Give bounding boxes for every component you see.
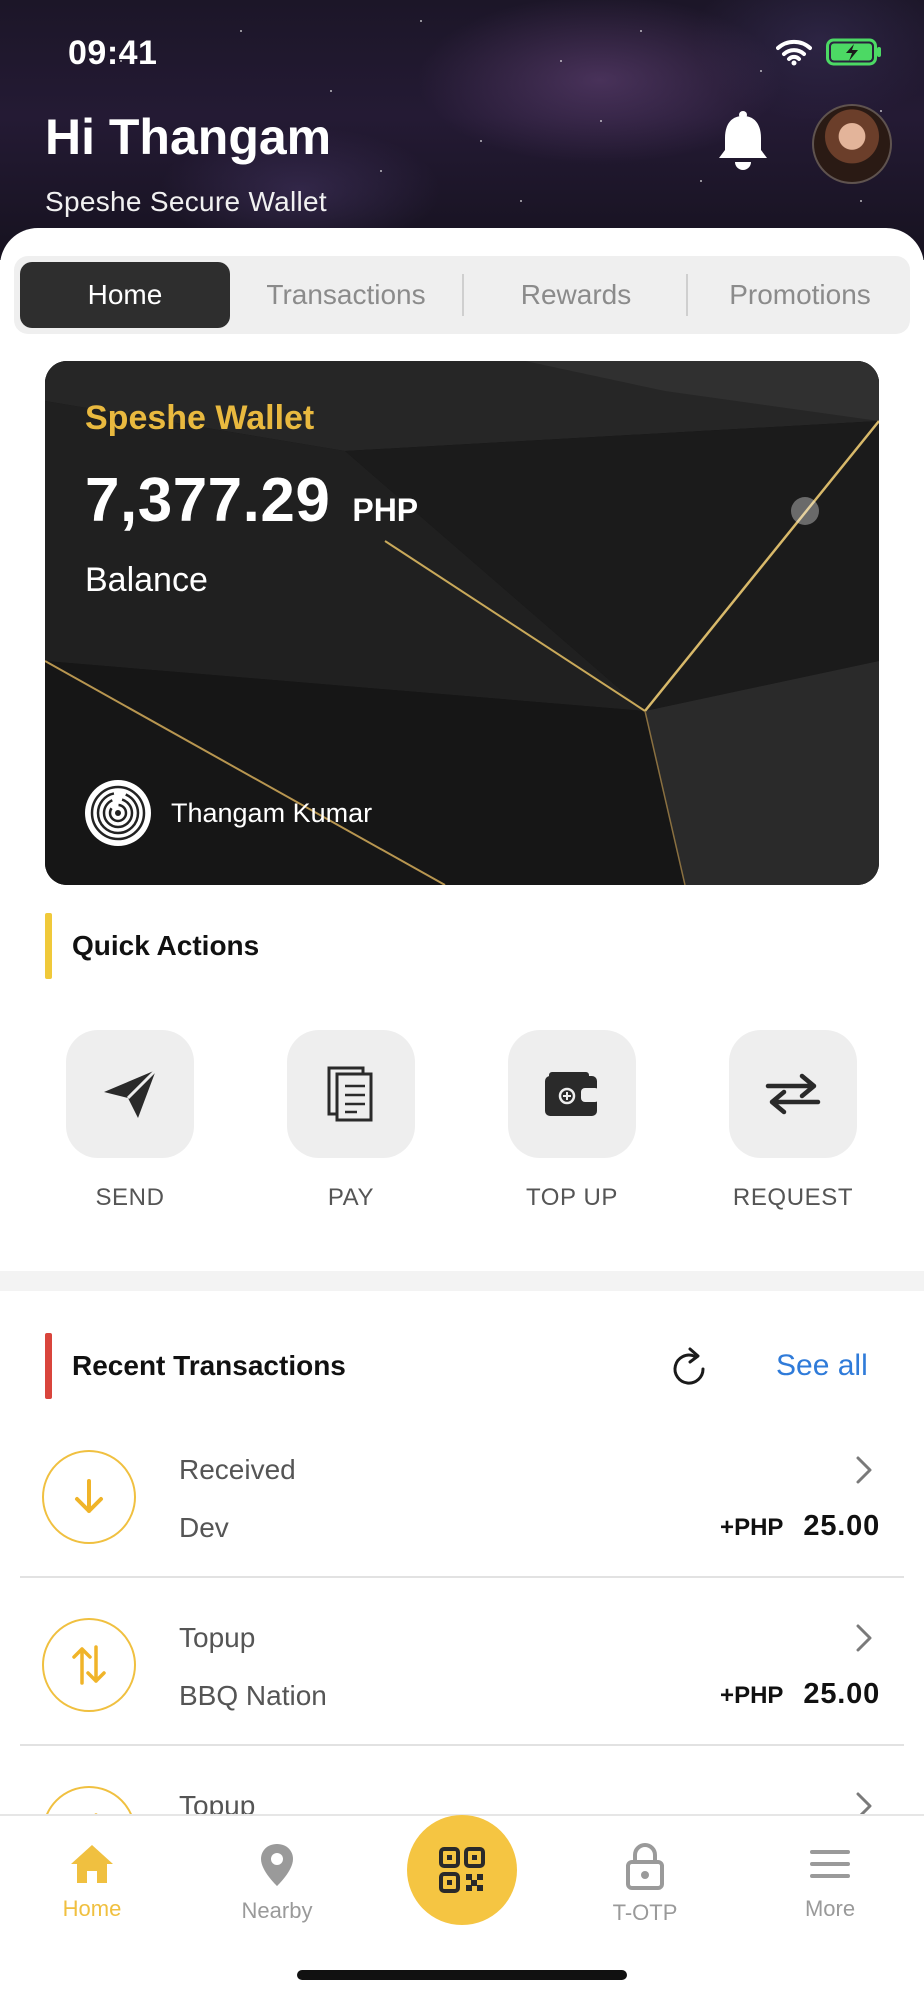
transaction-row[interactable]: Topup BBQ Nation +PHP 25.00	[20, 1578, 904, 1746]
chevron-right-icon	[856, 1792, 872, 1814]
transaction-row[interactable]: Topup	[20, 1746, 904, 1814]
document-icon	[327, 1066, 373, 1122]
segmented-tabs: Home Transactions Rewards Promotions	[14, 256, 910, 334]
status-time: 09:41	[68, 34, 158, 72]
wallet-balance: 7,377.29 PHP	[85, 465, 418, 536]
scan-qr-button[interactable]	[407, 1815, 517, 1925]
card-holder: Thangam Kumar	[85, 780, 372, 846]
pay-label: PAY	[327, 1184, 375, 1211]
lock-icon	[626, 1843, 664, 1890]
nav-more[interactable]: More	[770, 1842, 890, 1922]
home-icon	[71, 1845, 113, 1883]
tab-transactions[interactable]: Transactions	[236, 262, 456, 328]
profile-avatar[interactable]	[812, 104, 892, 184]
arrow-down-icon	[75, 1479, 103, 1513]
card-holder-name: Thangam Kumar	[171, 797, 373, 828]
header: 09:41 Hi Thangam Speshe Secure Wallet	[0, 0, 924, 260]
topup-label: TOP UP	[525, 1184, 619, 1211]
balance-label: Balance	[85, 561, 208, 599]
pay-action[interactable]: PAY	[287, 1030, 415, 1212]
balance-currency: PHP	[352, 492, 419, 528]
transaction-type-badge	[42, 1618, 136, 1712]
greeting-title: Hi Thangam	[45, 109, 332, 165]
location-pin-icon	[261, 1844, 293, 1886]
menu-icon	[810, 1850, 850, 1878]
tab-separator	[686, 274, 688, 316]
transaction-amount: +PHP 25.00	[720, 1510, 880, 1543]
nav-totp[interactable]: T-OTP	[585, 1842, 705, 1926]
wallet-icon	[545, 1072, 599, 1116]
send-label: SEND	[95, 1184, 165, 1211]
nav-nearby[interactable]: Nearby	[217, 1842, 337, 1924]
battery-charging-icon	[826, 38, 881, 66]
see-all-link[interactable]: See all	[776, 1349, 868, 1383]
nav-totp-label: T-OTP	[612, 1900, 678, 1925]
chevron-right-icon	[856, 1456, 872, 1484]
wifi-icon	[776, 39, 812, 66]
quick-actions-title: Quick Actions	[72, 930, 260, 961]
topup-button[interactable]	[508, 1030, 636, 1158]
nav-more-label: More	[804, 1896, 856, 1921]
transaction-currency: +PHP	[720, 1682, 784, 1709]
notification-bell-icon[interactable]	[715, 110, 771, 174]
nav-nearby-label: Nearby	[241, 1898, 313, 1923]
request-button[interactable]	[729, 1030, 857, 1158]
home-indicator[interactable]	[297, 1970, 627, 1980]
transaction-row[interactable]: Received Dev +PHP 25.00	[20, 1410, 904, 1578]
transaction-type-badge	[42, 1786, 136, 1814]
chevron-right-icon	[856, 1624, 872, 1652]
recent-transactions-title: Recent Transactions	[72, 1350, 346, 1381]
refresh-icon[interactable]	[670, 1345, 710, 1389]
transactions-accent-bar	[45, 1333, 52, 1399]
topup-action[interactable]: TOP UP	[508, 1030, 636, 1212]
request-action[interactable]: REQUEST	[729, 1030, 857, 1212]
send-button[interactable]	[66, 1030, 194, 1158]
transaction-amount: +PHP 25.00	[720, 1678, 880, 1711]
tab-promotions[interactable]: Promotions	[690, 262, 910, 328]
exchange-icon	[765, 1073, 821, 1115]
send-icon	[104, 1068, 158, 1118]
balance-amount: 7,377.29	[85, 466, 331, 535]
transaction-currency: +PHP	[720, 1514, 784, 1541]
transaction-party: BBQ Nation	[179, 1680, 327, 1711]
arrows-updown-icon	[72, 1645, 106, 1685]
maze-logo-icon	[85, 780, 151, 846]
transaction-value: 25.00	[803, 1678, 880, 1710]
pay-button[interactable]	[287, 1030, 415, 1158]
qr-code-icon	[439, 1847, 485, 1893]
transaction-party: Dev	[179, 1512, 229, 1543]
transaction-type: Topup	[179, 1622, 256, 1653]
wallet-card[interactable]: Speshe Wallet 7,377.29 PHP Balance Thang…	[45, 361, 879, 885]
tab-home[interactable]: Home	[20, 262, 230, 328]
status-icons	[776, 38, 882, 66]
transaction-type-badge	[42, 1450, 136, 1544]
request-label: REQUEST	[732, 1184, 854, 1211]
transaction-type: Topup	[179, 1790, 256, 1814]
send-action[interactable]: SEND	[66, 1030, 194, 1212]
transaction-value: 25.00	[803, 1510, 880, 1542]
transaction-type: Received	[179, 1454, 296, 1485]
nav-home-label: Home	[62, 1896, 122, 1921]
nav-home[interactable]: Home	[32, 1842, 152, 1922]
header-subtitle: Speshe Secure Wallet	[45, 186, 327, 217]
quick-actions-accent-bar	[45, 913, 52, 979]
tab-separator	[462, 274, 464, 316]
tab-rewards[interactable]: Rewards	[466, 262, 686, 328]
wallet-title: Speshe Wallet	[85, 399, 315, 437]
section-divider	[0, 1271, 924, 1291]
